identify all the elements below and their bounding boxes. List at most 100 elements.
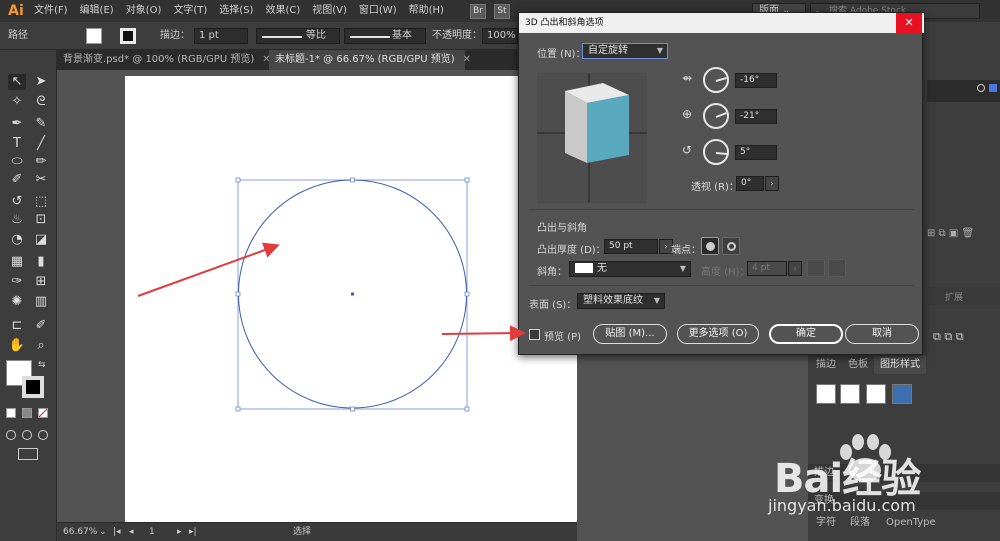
draw-normal-icon[interactable]: [6, 430, 16, 440]
free-transform-tool-icon[interactable]: ⊡: [32, 212, 50, 228]
paintbrush-tool-icon[interactable]: ✏: [32, 154, 50, 170]
height-field[interactable]: 4 pt: [747, 261, 787, 276]
bevel-select[interactable]: 无 ▼: [569, 261, 691, 277]
graph-tool-icon[interactable]: ▥: [32, 294, 50, 310]
close-icon[interactable]: ✕: [896, 13, 922, 33]
menu-help[interactable]: 帮助(H): [403, 0, 450, 22]
screen-mode-icon[interactable]: [18, 448, 38, 460]
gradient-mode-icon[interactable]: [22, 408, 32, 418]
menu-effect[interactable]: 效果(C): [259, 0, 306, 22]
swap-colors-icon[interactable]: ⇆: [38, 360, 48, 370]
tab-untitled-1[interactable]: 未标题-1* @ 66.67% (RGB/GPU 预览) ✕: [269, 50, 471, 70]
target-icon[interactable]: [977, 84, 985, 92]
line-tool-icon[interactable]: ╱: [32, 136, 50, 152]
symbol-sprayer-tool-icon[interactable]: ✺: [8, 294, 26, 310]
menu-view[interactable]: 视图(V): [306, 0, 353, 22]
artboard[interactable]: [125, 76, 577, 522]
stroke-swatch[interactable]: [120, 28, 136, 44]
fill-swatch[interactable]: [86, 28, 102, 44]
hand-tool-icon[interactable]: ✋: [8, 338, 26, 354]
position-select[interactable]: 自定旋转 ▼: [582, 43, 668, 59]
tab-stroke[interactable]: 描边: [810, 356, 842, 374]
cube-side-face[interactable]: [565, 91, 587, 163]
graphic-style-stroke[interactable]: [866, 384, 886, 404]
scale-tool-icon[interactable]: ⬚: [32, 194, 50, 210]
tab-character[interactable]: 字符: [810, 514, 842, 532]
z-rotation-field[interactable]: 5°: [735, 145, 777, 160]
warp-tool-icon[interactable]: ♨: [8, 212, 26, 228]
stroke-color-box[interactable]: [22, 376, 44, 398]
bevel-out-icon[interactable]: [807, 259, 825, 277]
color-mode-icon[interactable]: [6, 408, 16, 418]
last-page-icon[interactable]: ▸|: [189, 526, 197, 539]
zoom-dropdown-icon[interactable]: ⌄: [99, 526, 107, 539]
stroke-label[interactable]: 描边：: [160, 28, 190, 44]
close-icon[interactable]: ✕: [463, 54, 471, 65]
x-rotation-field[interactable]: -16°: [735, 73, 777, 88]
perspective-spin-icon[interactable]: ›: [765, 176, 779, 191]
bevel-in-icon[interactable]: [828, 259, 846, 277]
bbox-handle[interactable]: [350, 177, 355, 183]
z-rotation-dial[interactable]: [703, 139, 729, 165]
shaper-tool-icon[interactable]: ✐: [8, 172, 26, 188]
next-page-icon[interactable]: ▸: [177, 526, 182, 539]
curvature-tool-icon[interactable]: ✎: [32, 116, 50, 132]
magic-wand-tool-icon[interactable]: ✧: [8, 94, 26, 110]
type-tool-icon[interactable]: T: [8, 136, 26, 152]
y-rotation-dial[interactable]: [703, 103, 729, 129]
draw-inside-icon[interactable]: [38, 430, 48, 440]
ellipse-tool-icon[interactable]: ⬭: [8, 154, 26, 170]
pathfinder-icons[interactable]: ⧉ ⧉ ⧉: [933, 330, 964, 344]
ok-button[interactable]: 确定: [769, 324, 843, 344]
bridge-button[interactable]: Br: [469, 3, 486, 19]
menu-object[interactable]: 对象(O): [120, 0, 168, 22]
surface-select[interactable]: 塑料效果底纹 ▼: [577, 293, 665, 309]
tab-graphic-styles[interactable]: 图形样式: [874, 356, 926, 374]
layers-panel-row[interactable]: [927, 80, 1000, 102]
preview-checkbox[interactable]: [529, 329, 540, 340]
tab-swatches[interactable]: 色板: [842, 356, 874, 374]
graphic-style-blue[interactable]: [892, 384, 912, 404]
menu-window[interactable]: 窗口(W): [353, 0, 403, 22]
artboard-tool-icon[interactable]: ⊏: [8, 318, 26, 334]
menu-edit[interactable]: 编辑(E): [74, 0, 120, 22]
opacity-field[interactable]: 100%: [482, 28, 518, 44]
draw-behind-icon[interactable]: [22, 430, 32, 440]
bbox-handle[interactable]: [235, 177, 241, 183]
lasso-tool-icon[interactable]: ᘓ: [32, 94, 50, 110]
bbox-handle[interactable]: [464, 291, 470, 297]
bbox-handle[interactable]: [350, 406, 355, 412]
bbox-handle[interactable]: [235, 406, 241, 412]
graphic-style-none[interactable]: [840, 384, 860, 404]
cap-on-icon[interactable]: [701, 237, 719, 255]
zoom-tool-icon[interactable]: ⌕: [32, 338, 50, 354]
perspective-field[interactable]: 0°: [736, 176, 764, 191]
direct-selection-tool-icon[interactable]: ➤: [32, 74, 50, 90]
cap-off-icon[interactable]: [722, 237, 740, 255]
prev-page-icon[interactable]: ◂: [129, 526, 134, 539]
page-number[interactable]: 1: [149, 526, 155, 539]
rotate-tool-icon[interactable]: ↺: [8, 194, 26, 210]
layer-actions-icons[interactable]: ⊞ ⧉ ▣ 🗑: [927, 228, 974, 239]
cancel-button[interactable]: 取消: [845, 324, 919, 344]
canvas-area[interactable]: [57, 70, 577, 522]
gradient-tool-icon[interactable]: ▮: [32, 254, 50, 270]
x-rotation-dial[interactable]: [703, 67, 729, 93]
first-page-icon[interactable]: |◂: [113, 526, 121, 539]
tab-paragraph[interactable]: 段落: [844, 514, 876, 532]
pen-tool-icon[interactable]: ✒: [8, 116, 26, 132]
scissors-tool-icon[interactable]: ✂: [32, 172, 50, 188]
collapsed-stroke-panel[interactable]: 描边: [808, 464, 1000, 482]
blend-tool-icon[interactable]: ⊞: [32, 274, 50, 290]
menu-select[interactable]: 选择(S): [213, 0, 259, 22]
zoom-level[interactable]: 66.67%: [63, 526, 97, 539]
live-paint-tool-icon[interactable]: ◪: [32, 232, 50, 248]
stroke-weight-field[interactable]: 1 pt: [194, 28, 248, 44]
tab-background-psd[interactable]: 背景渐变.psd* @ 100% (RGB/GPU 预览) ✕: [57, 50, 271, 70]
bbox-handle[interactable]: [235, 291, 241, 297]
expand-button[interactable]: 扩展: [945, 290, 963, 303]
rotation-preview[interactable]: [537, 73, 647, 203]
graphic-style-default[interactable]: [816, 384, 836, 404]
perspective-grid-tool-icon[interactable]: ▦: [8, 254, 26, 270]
extrude-depth-field[interactable]: 50 pt: [604, 239, 658, 254]
